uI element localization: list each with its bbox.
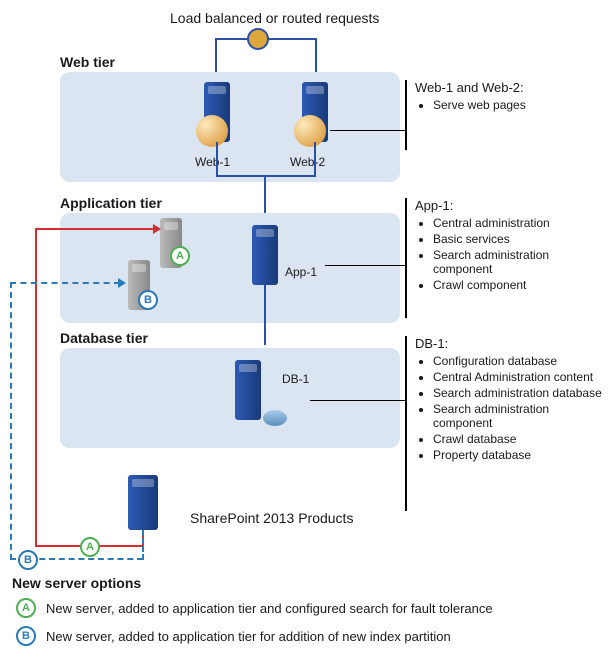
b-marker: B <box>138 290 158 310</box>
annotation-item: Search administration component <box>433 248 600 276</box>
annotation-item: Basic services <box>433 232 600 246</box>
a-marker: A <box>170 246 190 266</box>
connector-line <box>216 142 218 177</box>
globe-icon <box>294 115 326 147</box>
app-server-1-icon <box>252 225 278 285</box>
annotation-item: Serve web pages <box>433 98 595 112</box>
db-annotation-title: DB-1: <box>415 336 448 351</box>
legend-b-text: New server, added to application tier fo… <box>46 629 596 644</box>
annotation-bracket <box>405 336 407 511</box>
sharepoint-label: SharePoint 2013 Products <box>190 510 353 526</box>
db-annotation-list: Configuration database Central Administr… <box>415 352 605 464</box>
web-annotation-list: Serve web pages <box>415 96 595 114</box>
annotation-item: Central Administration content <box>433 370 605 384</box>
annotation-item: Search administration database <box>433 386 605 400</box>
server-label: App-1 <box>285 265 317 279</box>
annotation-bracket <box>405 80 407 150</box>
a-path <box>35 228 37 547</box>
connector-line <box>314 142 316 177</box>
a-path <box>35 228 155 230</box>
server-label: DB-1 <box>282 372 309 386</box>
annotation-leader <box>325 265 405 266</box>
arrow-icon <box>153 224 161 234</box>
db-tier-box <box>60 348 400 448</box>
app-tier-title: Application tier <box>60 195 162 211</box>
connector-line <box>216 175 316 177</box>
annotation-item: Crawl component <box>433 278 600 292</box>
web-annotation-title: Web-1 and Web-2: <box>415 80 524 95</box>
a-marker: A <box>16 598 36 618</box>
legend-title: New server options <box>12 575 141 591</box>
app-annotation-list: Central administration Basic services Se… <box>415 214 600 294</box>
annotation-leader <box>310 400 405 401</box>
load-balancer-icon <box>247 28 269 50</box>
annotation-bracket <box>405 198 407 318</box>
legend-a-text: New server, added to application tier an… <box>46 601 596 616</box>
server-label: Web-2 <box>290 155 325 169</box>
a-marker: A <box>80 537 100 557</box>
annotation-item: Configuration database <box>433 354 605 368</box>
disk-icon <box>263 410 287 426</box>
top-label: Load balanced or routed requests <box>170 10 379 26</box>
b-path <box>10 282 120 284</box>
db-server-1-icon <box>235 360 261 420</box>
sharepoint-server-icon <box>128 475 158 530</box>
web-tier-title: Web tier <box>60 54 115 70</box>
b-path <box>142 530 144 560</box>
annotation-item: Property database <box>433 448 605 462</box>
b-path <box>10 282 12 560</box>
annotation-item: Central administration <box>433 216 600 230</box>
annotation-item: Search administration component <box>433 402 605 430</box>
db-tier-title: Database tier <box>60 330 148 346</box>
app-annotation-title: App-1: <box>415 198 453 213</box>
b-marker: B <box>16 626 36 646</box>
annotation-item: Crawl database <box>433 432 605 446</box>
globe-icon <box>196 115 228 147</box>
connector-line <box>264 285 266 345</box>
b-marker: B <box>18 550 38 570</box>
arrow-icon <box>118 278 126 288</box>
annotation-leader <box>330 130 405 131</box>
server-label: Web-1 <box>195 155 230 169</box>
